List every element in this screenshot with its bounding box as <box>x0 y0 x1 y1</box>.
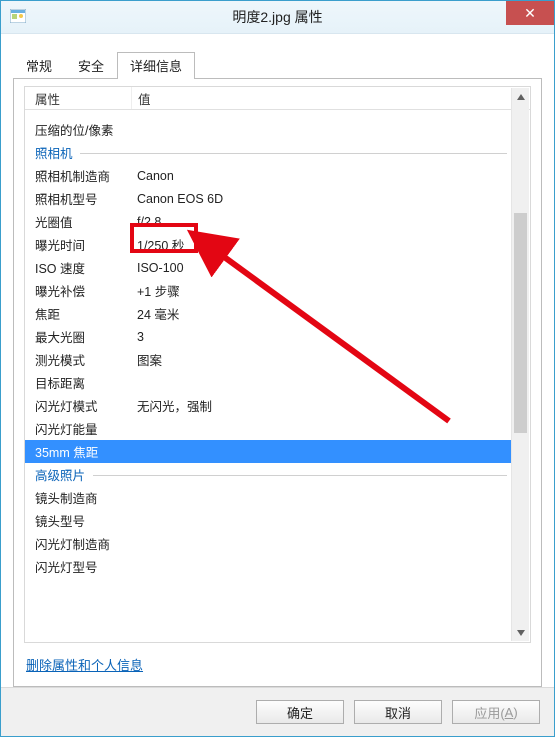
property-name: 目标距离 <box>25 373 131 392</box>
cancel-button[interactable]: 取消 <box>354 700 442 724</box>
table-row[interactable]: 镜头制造商 <box>25 486 513 509</box>
table-row[interactable]: 光圈值f/2.8 <box>25 210 513 233</box>
property-name: 闪光灯能量 <box>25 419 131 438</box>
table-row[interactable]: 照相机制造商Canon <box>25 164 513 187</box>
button-bar: 确定 取消 应用(A) <box>1 687 554 736</box>
property-name: 镜头制造商 <box>25 488 131 507</box>
property-name: 光圈值 <box>25 212 131 231</box>
ok-button[interactable]: 确定 <box>256 700 344 724</box>
tab-security[interactable]: 安全 <box>65 52 117 79</box>
property-name: 测光模式 <box>25 350 131 369</box>
property-name: 闪光灯型号 <box>25 557 131 576</box>
table-row[interactable]: 闪光灯能量 <box>25 417 513 440</box>
close-button[interactable]: ✕ <box>506 1 554 25</box>
list-header[interactable]: 属性 值 <box>25 87 530 110</box>
property-name: 照相机型号 <box>25 189 131 208</box>
property-value[interactable]: Canon <box>131 169 513 183</box>
scroll-thumb[interactable] <box>514 213 527 433</box>
details-pane: 属性 值 sRGB压缩的位/像素照相机照相机制造商Canon照相机型号Canon… <box>13 78 542 687</box>
property-name: 焦距 <box>25 304 131 323</box>
table-row[interactable]: 照相机型号Canon EOS 6D <box>25 187 513 210</box>
property-name: 压缩的位/像素 <box>25 120 131 139</box>
group-label: 照相机 <box>35 143 73 162</box>
remove-properties-link[interactable]: 删除属性和个人信息 <box>26 658 143 673</box>
property-value[interactable]: 1/250 秒 <box>131 235 513 254</box>
property-value[interactable]: 无闪光，强制 <box>131 396 513 415</box>
property-name: 曝光补偿 <box>25 281 131 300</box>
header-value[interactable]: 值 <box>131 87 530 109</box>
table-row[interactable]: 闪光灯型号 <box>25 555 513 578</box>
property-value[interactable]: ISO-100 <box>131 261 513 275</box>
table-row[interactable]: sRGB <box>25 109 513 118</box>
table-row[interactable]: 最大光圈3 <box>25 325 513 348</box>
property-name: ISO 速度 <box>25 258 131 277</box>
property-value[interactable]: Canon EOS 6D <box>131 192 513 206</box>
scrollbar-vertical[interactable] <box>511 88 529 641</box>
apply-button[interactable]: 应用(A) <box>452 700 540 724</box>
scroll-up-button[interactable] <box>512 88 529 105</box>
window-title: 明度2.jpg 属性 <box>232 7 322 27</box>
property-value: sRGB <box>131 109 513 112</box>
property-name: 最大光圈 <box>25 327 131 346</box>
property-name: 35mm 焦距 <box>25 442 131 461</box>
property-value[interactable]: +1 步骤 <box>131 281 513 300</box>
properties-list[interactable]: 属性 值 sRGB压缩的位/像素照相机照相机制造商Canon照相机型号Canon… <box>24 86 531 643</box>
tab-general[interactable]: 常规 <box>13 52 65 79</box>
table-row[interactable]: 焦距24 毫米 <box>25 302 513 325</box>
group-header[interactable]: 照相机 <box>25 141 513 164</box>
scroll-down-button[interactable] <box>512 624 529 641</box>
property-name: 闪光灯制造商 <box>25 534 131 553</box>
table-row[interactable]: 曝光补偿+1 步骤 <box>25 279 513 302</box>
close-icon: ✕ <box>524 6 536 20</box>
file-icon <box>9 7 27 25</box>
table-row[interactable]: 镜头型号 <box>25 509 513 532</box>
property-value[interactable]: 24 毫米 <box>131 304 513 323</box>
scroll-track[interactable] <box>512 105 529 624</box>
property-value[interactable]: f/2.8 <box>131 215 513 229</box>
property-name: 镜头型号 <box>25 511 131 530</box>
table-row[interactable]: 闪光灯模式无闪光，强制 <box>25 394 513 417</box>
table-row[interactable]: 测光模式图案 <box>25 348 513 371</box>
properties-window: 明度2.jpg 属性 ✕ 常规 安全 详细信息 属性 值 sRGB 压缩的位/像素… <box>0 0 555 737</box>
tab-bar: 常规 安全 详细信息 <box>1 34 554 78</box>
property-name: 闪光灯模式 <box>25 396 131 415</box>
header-property[interactable]: 属性 <box>25 87 131 109</box>
group-label: 高级照片 <box>35 465 85 484</box>
table-row[interactable]: 目标距离 <box>25 371 513 394</box>
property-value[interactable]: 3 <box>131 330 513 344</box>
property-name: 曝光时间 <box>25 235 131 254</box>
table-row[interactable]: ISO 速度ISO-100 <box>25 256 513 279</box>
table-row[interactable]: 压缩的位/像素 <box>25 118 513 141</box>
table-row[interactable]: 35mm 焦距 <box>25 440 513 463</box>
group-header[interactable]: 高级照片 <box>25 463 513 486</box>
table-row[interactable]: 曝光时间1/250 秒 <box>25 233 513 256</box>
titlebar[interactable]: 明度2.jpg 属性 ✕ <box>1 1 554 34</box>
property-name: 照相机制造商 <box>25 166 131 185</box>
tab-details[interactable]: 详细信息 <box>117 52 195 79</box>
property-value[interactable]: 图案 <box>131 350 513 369</box>
table-row[interactable]: 闪光灯制造商 <box>25 532 513 555</box>
